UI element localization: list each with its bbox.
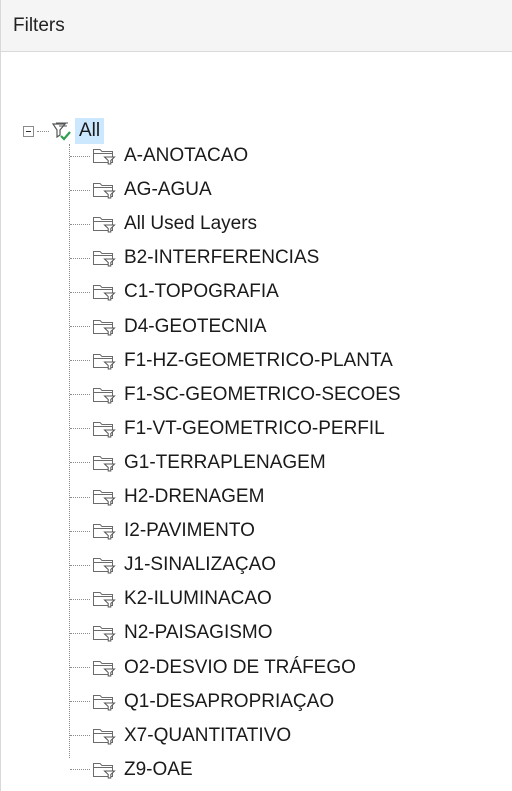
tree-connector <box>37 130 49 132</box>
collapse-icon[interactable] <box>23 125 34 137</box>
folder-filter-icon <box>92 556 116 574</box>
folder-filter-icon <box>92 215 116 233</box>
tree-connector <box>70 155 90 157</box>
tree-connector <box>70 496 90 498</box>
tree-item[interactable]: F1-HZ-GEOMETRICO-PLANTA <box>70 346 393 376</box>
tree-connector <box>70 769 90 771</box>
tree-item-label: AG-AGUA <box>124 179 212 201</box>
tree-connector <box>70 701 90 703</box>
tree-connector <box>70 564 90 566</box>
tree-item[interactable]: C1-TOPOGRAFIA <box>70 277 279 307</box>
tree-connector <box>70 667 90 668</box>
tree-item[interactable]: N2-PAISAGISMO <box>70 618 273 648</box>
folder-filter-icon <box>92 659 116 677</box>
tree-item[interactable]: G1-TERRAPLENAGEM <box>70 448 326 478</box>
folder-filter-icon <box>92 727 116 745</box>
tree-connector <box>70 598 90 600</box>
tree-item[interactable]: Q1-DESAPROPRIAÇAO <box>70 687 334 717</box>
tree-connector <box>70 189 90 191</box>
tree-item-label: Z9-OAE <box>124 758 193 780</box>
folder-filter-icon <box>92 283 116 301</box>
filter-check-icon <box>51 121 71 141</box>
tree-item[interactable]: I2-PAVIMENTO <box>70 516 255 546</box>
tree-connector <box>70 257 90 259</box>
tree-connector <box>70 326 90 327</box>
folder-filter-icon <box>92 420 116 438</box>
tree-item[interactable]: Z9-OAE <box>70 755 193 785</box>
tree-item[interactable]: B2-INTERFERENCIAS <box>70 243 319 273</box>
folder-filter-icon <box>92 761 116 779</box>
tree-item-label: F1-HZ-GEOMETRICO-PLANTA <box>124 349 393 371</box>
tree-item[interactable]: H2-DRENAGEM <box>70 482 264 512</box>
tree-item[interactable]: A-ANOTACAO <box>70 141 248 171</box>
tree-item[interactable]: K2-ILUMINACAO <box>70 584 272 614</box>
tree-item-label: G1-TERRAPLENAGEM <box>124 451 326 473</box>
tree-item-label: F1-VT-GEOMETRICO-PERFIL <box>124 417 385 439</box>
tree-connector <box>70 462 90 464</box>
tree-item-label: N2-PAISAGISMO <box>124 622 273 644</box>
folder-filter-icon <box>92 590 116 608</box>
folder-filter-icon <box>92 693 116 711</box>
tree-item-label: K2-ILUMINACAO <box>124 588 272 610</box>
tree-connector <box>70 291 90 293</box>
folder-filter-icon <box>92 352 116 370</box>
tree-item-label: I2-PAVIMENTO <box>124 520 255 542</box>
panel-title: Filters <box>13 14 65 36</box>
folder-filter-icon <box>92 147 116 165</box>
tree-item[interactable]: F1-SC-GEOMETRICO-SECOES <box>70 380 401 410</box>
tree-item-label: F1-SC-GEOMETRICO-SECOES <box>124 383 401 405</box>
folder-filter-icon <box>92 249 116 267</box>
tree-item-label: B2-INTERFERENCIAS <box>124 247 320 269</box>
tree-item[interactable]: F1-VT-GEOMETRICO-PERFIL <box>70 414 385 444</box>
tree-connector <box>70 530 90 532</box>
tree-item[interactable]: AG-AGUA <box>70 175 212 205</box>
tree-connector <box>70 394 90 396</box>
tree-item-label: Q1-DESAPROPRIAÇAO <box>124 690 335 712</box>
tree-item-label: O2-DESVIO DE TRÁFEGO <box>124 656 356 678</box>
tree-item-label: J1-SINALIZAÇAO <box>124 554 277 576</box>
tree-item-label: H2-DRENAGEM <box>124 486 265 507</box>
folder-filter-icon <box>92 318 116 336</box>
folder-filter-icon <box>92 624 116 642</box>
panel-header: Filters <box>1 0 512 52</box>
tree-connector <box>70 735 90 737</box>
tree-item-label: X7-QUANTITATIVO <box>124 724 292 746</box>
tree-item[interactable]: O2-DESVIO DE TRÁFEGO <box>70 653 356 683</box>
tree-item[interactable]: X7-QUANTITATIVO <box>70 721 291 751</box>
tree-item[interactable]: J1-SINALIZAÇAO <box>70 550 276 580</box>
folder-filter-icon <box>92 454 116 472</box>
folder-filter-icon <box>92 522 116 540</box>
tree-item-label: C1-TOPOGRAFIA <box>124 281 279 303</box>
filters-panel: Filters All A-ANOTACAO AG-AGUA All Used La… <box>0 0 512 791</box>
folder-filter-icon <box>92 181 116 199</box>
tree-item[interactable]: All Used Layers <box>70 209 257 239</box>
tree-connector <box>70 360 90 362</box>
tree-item-label: All Used Layers <box>124 213 258 235</box>
tree-connector <box>70 428 90 430</box>
tree-item-label: A-ANOTACAO <box>124 145 249 166</box>
folder-filter-icon <box>92 386 116 404</box>
tree-connector <box>70 223 90 225</box>
tree-item-label: D4-GEOTECNIA <box>124 315 267 337</box>
tree-connector <box>70 632 90 634</box>
tree-item[interactable]: D4-GEOTECNIA <box>70 312 267 342</box>
folder-filter-icon <box>92 488 116 506</box>
